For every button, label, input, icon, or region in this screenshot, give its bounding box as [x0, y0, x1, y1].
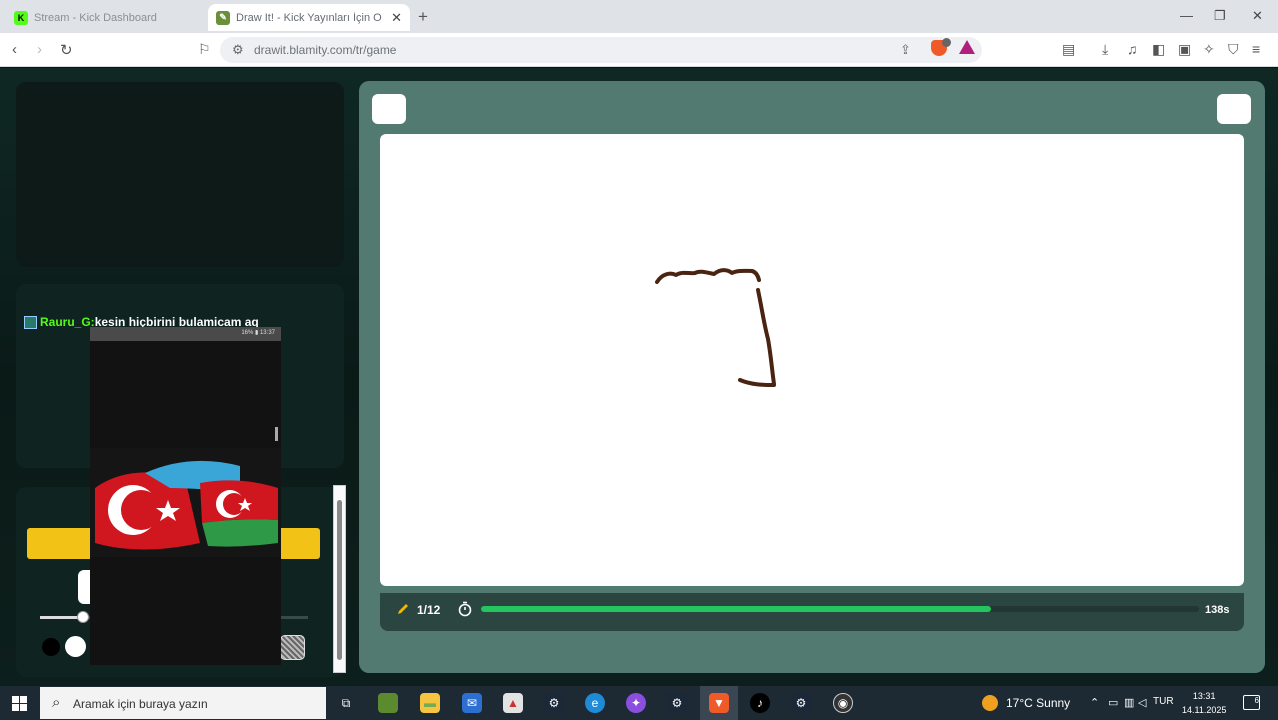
url-text: drawit.blamity.com/tr/game: [254, 43, 397, 57]
tab-bar: K Stream - Kick Dashboard ✎ Draw It! - K…: [0, 0, 1278, 33]
leo-ai-icon[interactable]: ✧: [1203, 41, 1215, 58]
weather-text[interactable]: 17°C Sunny: [1006, 696, 1070, 710]
brave-icon[interactable]: ▼: [709, 693, 729, 713]
steam-icon[interactable]: ⚙: [667, 693, 687, 713]
pencil-icon: [398, 604, 408, 614]
round-status-bar: [380, 593, 1244, 631]
notification-icon[interactable]: 6: [1243, 695, 1260, 710]
photos-icon[interactable]: ▲: [503, 693, 523, 713]
phone-scroll-indicator: [275, 427, 278, 441]
share-icon[interactable]: ⇪: [900, 42, 911, 58]
steam-icon[interactable]: ⚙: [791, 693, 811, 713]
brown-stroke: [655, 268, 776, 387]
close-tab-icon[interactable]: ✕: [391, 10, 402, 26]
right-corner-button[interactable]: [1217, 94, 1251, 124]
tab-title: Stream - Kick Dashboard: [34, 11, 157, 24]
players-panel: [16, 82, 344, 267]
chat-username: Rauru_G:: [40, 315, 95, 329]
fill-pattern-button[interactable]: [280, 635, 305, 660]
back-icon[interactable]: ‹: [12, 41, 17, 58]
vpn-icon[interactable]: ⛉: [1228, 41, 1239, 58]
site-info-icon[interactable]: ⚙: [232, 42, 244, 58]
close-window-icon[interactable]: ✕: [1252, 8, 1263, 24]
flag-image: [90, 448, 281, 557]
scrollbar-thumb[interactable]: [337, 500, 342, 660]
task-view-icon[interactable]: ⧉: [336, 693, 356, 713]
time-progress-fill: [481, 606, 991, 612]
copilot-icon[interactable]: ✦: [626, 693, 646, 713]
reload-icon[interactable]: ↻: [60, 41, 73, 59]
url-field[interactable]: ⚙ drawit.blamity.com/tr/game ⇪: [220, 37, 982, 63]
brave-rewards-icon[interactable]: [959, 40, 975, 54]
round-counter: 1/12: [417, 603, 441, 617]
clock-time: 13:31: [1192, 691, 1216, 701]
scrollbar[interactable]: [333, 485, 346, 673]
mail-icon[interactable]: ✉: [462, 693, 482, 713]
tiktok-icon[interactable]: ♪: [750, 693, 770, 713]
edge-icon[interactable]: e: [585, 693, 605, 713]
tray-chevron-icon[interactable]: ⌃: [1090, 696, 1099, 709]
tab-draw-it[interactable]: ✎ Draw It! - Kick Yayınları İçin O ✕: [208, 4, 410, 31]
chat-badge-icon: [24, 315, 37, 329]
network-icon[interactable]: ▥: [1124, 696, 1134, 709]
battery-icon[interactable]: ▭: [1108, 696, 1118, 709]
color-swatch-black[interactable]: [42, 638, 60, 656]
minimize-icon[interactable]: —: [1180, 8, 1193, 23]
shields-count-badge: [942, 38, 951, 47]
kick-icon: K: [14, 10, 28, 25]
file-explorer-icon[interactable]: ▬: [420, 693, 440, 713]
drawit-icon: ✎: [216, 10, 230, 25]
download-icon[interactable]: ⤓: [1102, 41, 1108, 58]
taskbar-search[interactable]: ⌕ Aramak için buraya yazın: [40, 687, 326, 719]
time-remaining: 138s: [1205, 604, 1230, 616]
phone-status-bar: 16% ▮ 13:37: [90, 327, 281, 341]
turkey-azerbaijan-flags-image: [90, 448, 281, 557]
media-icon[interactable]: ♫: [1127, 41, 1138, 57]
volume-icon[interactable]: ◁: [1138, 696, 1146, 709]
brush-size-fill: [40, 616, 82, 619]
tab-kick-dashboard[interactable]: K Stream - Kick Dashboard: [6, 4, 202, 31]
tab-title: Draw It! - Kick Yayınları İçin O: [236, 11, 382, 24]
color-swatch-white[interactable]: [65, 636, 86, 657]
notification-count: 6: [1254, 696, 1259, 705]
drawing-strokes: [655, 268, 776, 387]
steam-icon[interactable]: ⚙: [544, 693, 564, 713]
drawing-canvas[interactable]: [380, 134, 1244, 586]
minecraft-icon[interactable]: [378, 693, 398, 713]
menu-icon[interactable]: ≡: [1252, 41, 1260, 57]
search-icon: ⌕: [52, 694, 61, 711]
language-indicator[interactable]: TUR: [1153, 696, 1174, 707]
search-placeholder: Aramak için buraya yazın: [73, 697, 208, 711]
taskbar: ⌕ Aramak için buraya yazın ⧉ ▬ ✉ ▲ ⚙ e ✦…: [0, 686, 1278, 720]
clock[interactable]: 13:31 14.11.2025: [1182, 689, 1226, 717]
stopwatch-icon: [458, 601, 472, 617]
address-bar: ‹ › ↻ ⚐ ⚙ drawit.blamity.com/tr/game ⇪: [0, 33, 1278, 67]
clock-date: 14.11.2025: [1182, 705, 1227, 715]
obs-icon[interactable]: ◉: [833, 693, 853, 713]
wallet-icon[interactable]: ▣: [1178, 41, 1191, 58]
new-tab-button[interactable]: +: [418, 7, 428, 27]
forward-icon[interactable]: ›: [37, 41, 42, 58]
left-corner-button[interactable]: [372, 94, 406, 124]
bookmark-icon[interactable]: ⚐: [198, 41, 211, 58]
maximize-icon[interactable]: ❐: [1214, 8, 1226, 24]
phone-screen-overlay: 16% ▮ 13:37: [90, 327, 281, 665]
brush-size-handle[interactable]: [77, 611, 89, 623]
reader-mode-icon[interactable]: ▤: [1062, 41, 1075, 58]
sidebar-icon[interactable]: ◧: [1152, 41, 1165, 58]
weather-sun-icon: [982, 695, 998, 711]
windows-start-icon[interactable]: [12, 696, 27, 711]
